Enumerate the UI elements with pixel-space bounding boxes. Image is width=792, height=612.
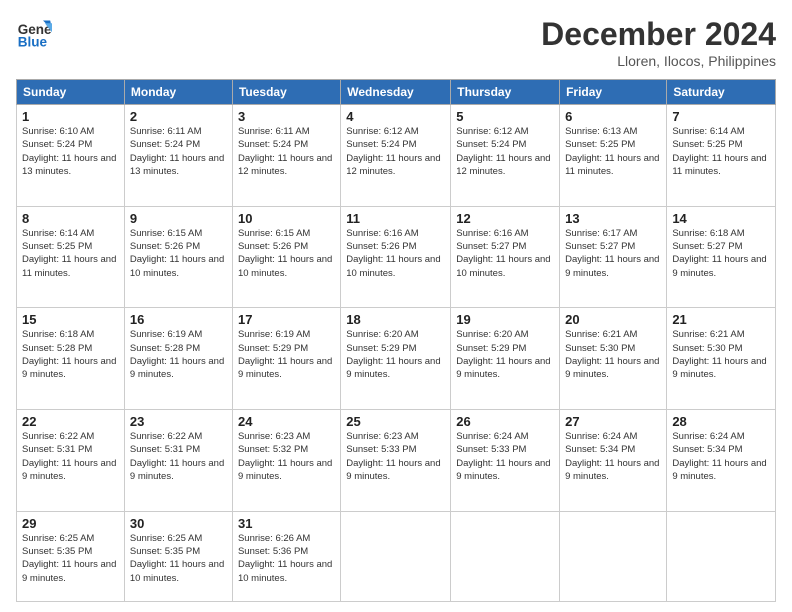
day-31: 31 Sunrise: 6:26 AMSunset: 5:36 PMDaylig… xyxy=(232,511,340,601)
logo-icon: General Blue xyxy=(16,16,52,52)
header-row: Sunday Monday Tuesday Wednesday Thursday… xyxy=(17,80,776,105)
col-thursday: Thursday xyxy=(451,80,560,105)
svg-text:Blue: Blue xyxy=(18,35,48,50)
day-19: 19 Sunrise: 6:20 AMSunset: 5:29 PMDaylig… xyxy=(451,308,560,410)
col-saturday: Saturday xyxy=(667,80,776,105)
day-4: 4 Sunrise: 6:12 AMSunset: 5:24 PMDayligh… xyxy=(341,105,451,207)
day-25: 25 Sunrise: 6:23 AMSunset: 5:33 PMDaylig… xyxy=(341,409,451,511)
day-15: 15 Sunrise: 6:18 AMSunset: 5:28 PMDaylig… xyxy=(17,308,125,410)
day-11: 11 Sunrise: 6:16 AMSunset: 5:26 PMDaylig… xyxy=(341,206,451,308)
day-22: 22 Sunrise: 6:22 AMSunset: 5:31 PMDaylig… xyxy=(17,409,125,511)
calendar-table: Sunday Monday Tuesday Wednesday Thursday… xyxy=(16,79,776,602)
week-2: 8 Sunrise: 6:14 AMSunset: 5:25 PMDayligh… xyxy=(17,206,776,308)
day-16: 16 Sunrise: 6:19 AMSunset: 5:28 PMDaylig… xyxy=(124,308,232,410)
day-27: 27 Sunrise: 6:24 AMSunset: 5:34 PMDaylig… xyxy=(560,409,667,511)
col-sunday: Sunday xyxy=(17,80,125,105)
empty-3 xyxy=(560,511,667,601)
day-5: 5 Sunrise: 6:12 AMSunset: 5:24 PMDayligh… xyxy=(451,105,560,207)
col-friday: Friday xyxy=(560,80,667,105)
day-24: 24 Sunrise: 6:23 AMSunset: 5:32 PMDaylig… xyxy=(232,409,340,511)
day-6: 6 Sunrise: 6:13 AMSunset: 5:25 PMDayligh… xyxy=(560,105,667,207)
empty-4 xyxy=(667,511,776,601)
logo: General Blue xyxy=(16,16,52,52)
day-3: 3 Sunrise: 6:11 AMSunset: 5:24 PMDayligh… xyxy=(232,105,340,207)
location-subtitle: Lloren, Ilocos, Philippines xyxy=(541,53,776,69)
week-3: 15 Sunrise: 6:18 AMSunset: 5:28 PMDaylig… xyxy=(17,308,776,410)
day-30: 30 Sunrise: 6:25 AMSunset: 5:35 PMDaylig… xyxy=(124,511,232,601)
day-7: 7 Sunrise: 6:14 AMSunset: 5:25 PMDayligh… xyxy=(667,105,776,207)
month-title: December 2024 xyxy=(541,16,776,53)
day-9: 9 Sunrise: 6:15 AMSunset: 5:26 PMDayligh… xyxy=(124,206,232,308)
header: General Blue December 2024 Lloren, Iloco… xyxy=(16,16,776,69)
day-8: 8 Sunrise: 6:14 AMSunset: 5:25 PMDayligh… xyxy=(17,206,125,308)
day-12: 12 Sunrise: 6:16 AMSunset: 5:27 PMDaylig… xyxy=(451,206,560,308)
day-2: 2 Sunrise: 6:11 AMSunset: 5:24 PMDayligh… xyxy=(124,105,232,207)
title-block: December 2024 Lloren, Ilocos, Philippine… xyxy=(541,16,776,69)
col-monday: Monday xyxy=(124,80,232,105)
day-17: 17 Sunrise: 6:19 AMSunset: 5:29 PMDaylig… xyxy=(232,308,340,410)
day-28: 28 Sunrise: 6:24 AMSunset: 5:34 PMDaylig… xyxy=(667,409,776,511)
page: General Blue December 2024 Lloren, Iloco… xyxy=(0,0,792,612)
day-26: 26 Sunrise: 6:24 AMSunset: 5:33 PMDaylig… xyxy=(451,409,560,511)
day-14: 14 Sunrise: 6:18 AMSunset: 5:27 PMDaylig… xyxy=(667,206,776,308)
week-1: 1 Sunrise: 6:10 AMSunset: 5:24 PMDayligh… xyxy=(17,105,776,207)
day-13: 13 Sunrise: 6:17 AMSunset: 5:27 PMDaylig… xyxy=(560,206,667,308)
col-wednesday: Wednesday xyxy=(341,80,451,105)
day-21: 21 Sunrise: 6:21 AMSunset: 5:30 PMDaylig… xyxy=(667,308,776,410)
day-20: 20 Sunrise: 6:21 AMSunset: 5:30 PMDaylig… xyxy=(560,308,667,410)
day-29: 29 Sunrise: 6:25 AMSunset: 5:35 PMDaylig… xyxy=(17,511,125,601)
day-18: 18 Sunrise: 6:20 AMSunset: 5:29 PMDaylig… xyxy=(341,308,451,410)
day-23: 23 Sunrise: 6:22 AMSunset: 5:31 PMDaylig… xyxy=(124,409,232,511)
empty-1 xyxy=(341,511,451,601)
week-5: 29 Sunrise: 6:25 AMSunset: 5:35 PMDaylig… xyxy=(17,511,776,601)
day-10: 10 Sunrise: 6:15 AMSunset: 5:26 PMDaylig… xyxy=(232,206,340,308)
col-tuesday: Tuesday xyxy=(232,80,340,105)
empty-2 xyxy=(451,511,560,601)
week-4: 22 Sunrise: 6:22 AMSunset: 5:31 PMDaylig… xyxy=(17,409,776,511)
day-1: 1 Sunrise: 6:10 AMSunset: 5:24 PMDayligh… xyxy=(17,105,125,207)
